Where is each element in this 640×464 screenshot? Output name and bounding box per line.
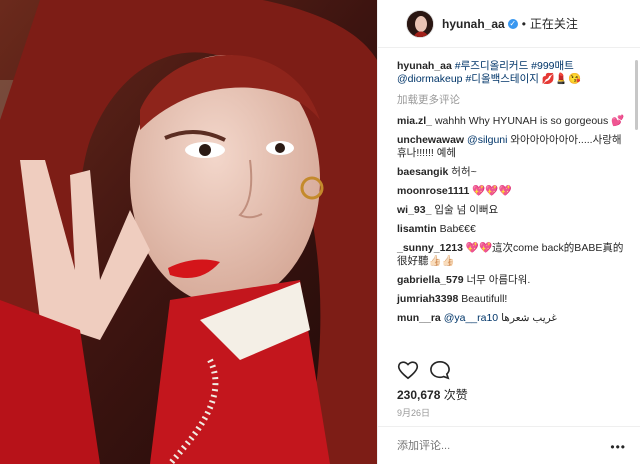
comment-username[interactable]: gabriella_579: [397, 274, 464, 286]
comment-item: mia.zl_ wahhh Why HYUNAH is so gorgeous …: [397, 115, 626, 128]
comment-item: moonrose1111 💖💖💖: [397, 185, 626, 198]
caption-mentions[interactable]: @diormakeup #디올백스테이지: [397, 73, 539, 85]
comment-text: غريب شعرها: [501, 312, 557, 324]
comment-item: lisamtin Bab€€€: [397, 223, 626, 236]
likes-unit: 次赞: [443, 388, 468, 402]
likes-count[interactable]: 230,678 次赞: [397, 386, 468, 403]
following-button[interactable]: 正在关注: [530, 15, 578, 32]
comments-list: hyunah_aa #루즈디올리커드 #999매트 @diormakeup #디…: [378, 60, 640, 354]
heart-icon[interactable]: [397, 360, 419, 385]
comment-username[interactable]: lisamtin: [397, 223, 437, 235]
comment-text: 입술 넘 이뻐요: [434, 204, 499, 216]
caption-hashtags[interactable]: #루즈디올리커드 #999매트: [455, 60, 574, 72]
comment-item: wi_93_ 입술 넘 이뻐요: [397, 204, 626, 217]
comment-username[interactable]: mun__ra: [397, 312, 441, 324]
comment-username[interactable]: mia.zl_: [397, 115, 432, 127]
comment-item: unchewawaw @silguni 와아아아아아아.....사랑해휴나!!!…: [397, 134, 626, 160]
post-date: 9月26日: [397, 408, 431, 418]
comment-text: 너무 아름다워.: [466, 274, 531, 286]
comment-icon[interactable]: [429, 360, 451, 385]
comment-item: gabriella_579 너무 아름다워.: [397, 274, 626, 287]
avatar[interactable]: [406, 9, 434, 38]
caption-emoji: 💋💄😘: [541, 73, 582, 85]
selfie-image: [0, 0, 377, 464]
post-header: hyunah_aa ✓ • 正在关注: [378, 0, 640, 48]
comment-text: Bab€€€: [439, 223, 476, 235]
comment-item: baesangik 허허~: [397, 166, 626, 179]
comment-username[interactable]: moonrose1111: [397, 185, 469, 197]
caption-username[interactable]: hyunah_aa: [397, 60, 452, 72]
comments-scrollbar[interactable]: [635, 60, 638, 130]
comment-item: _sunny_1213 💖💖這次come back的BABE真的很好聽👍🏻👍🏻: [397, 242, 626, 268]
comment-item: jumriah3398 Beautifull!: [397, 293, 626, 306]
comment-username[interactable]: jumriah3398: [397, 293, 458, 305]
verified-badge-icon: ✓: [507, 18, 518, 29]
comment-text: wahhh Why HYUNAH is so gorgeous 💕: [434, 115, 625, 127]
separator-dot: •: [521, 16, 526, 31]
more-options-icon[interactable]: •••: [610, 440, 626, 454]
likes-number: 230,678: [397, 388, 441, 402]
comment-username[interactable]: baesangik: [397, 166, 448, 178]
post-photo[interactable]: [0, 0, 377, 464]
load-more-comments-button[interactable]: 加载更多评论: [397, 92, 626, 107]
comment-text: Beautifull!: [461, 293, 508, 305]
post-side-panel: hyunah_aa ✓ • 正在关注 hyunah_aa #루즈디올리커드 #9…: [377, 0, 640, 464]
comment-mention[interactable]: @ya__ra10: [444, 312, 498, 324]
comment-username[interactable]: wi_93_: [397, 204, 431, 216]
header-username[interactable]: hyunah_aa: [442, 17, 505, 31]
comment-item: mun__ra @ya__ra10 غريب شعرها: [397, 312, 626, 325]
comment-text: 💖💖💖: [472, 185, 512, 197]
caption: hyunah_aa #루즈디올리커드 #999매트 @diormakeup #디…: [397, 60, 626, 86]
comment-text: 허허~: [451, 166, 477, 178]
add-comment-bar: [378, 426, 640, 464]
comment-username[interactable]: _sunny_1213: [397, 242, 463, 254]
comment-mention[interactable]: @silguni: [467, 134, 507, 146]
comment-username[interactable]: unchewawaw: [397, 134, 464, 146]
action-bar: [397, 360, 451, 385]
add-comment-input[interactable]: [397, 439, 597, 452]
